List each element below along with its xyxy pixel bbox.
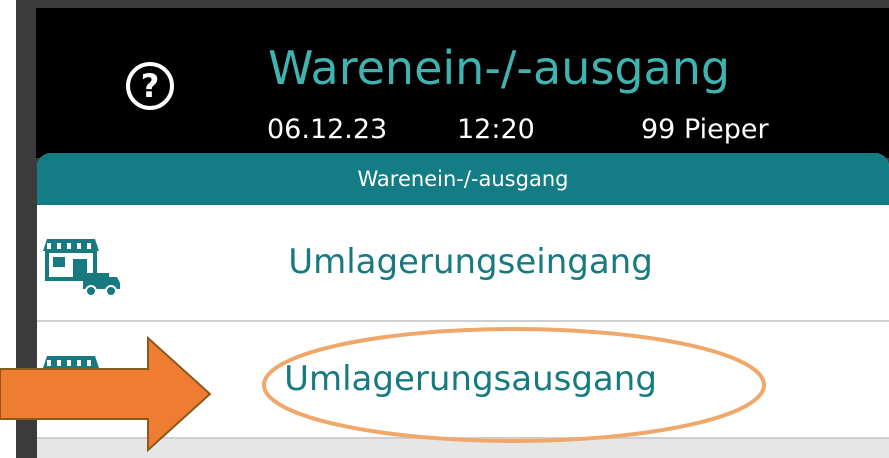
page-title: Warenein-/-ausgang bbox=[268, 41, 731, 95]
list-footer bbox=[37, 439, 889, 458]
panel-title: Warenein-/-ausgang bbox=[37, 153, 889, 205]
menu-panel: Warenein-/-ausgang Umlagerungseingang Um… bbox=[37, 153, 889, 458]
menu-item-umlagerungsausgang[interactable]: Umlagerungsausgang bbox=[37, 322, 889, 439]
menu-item-umlagerungseingang[interactable]: Umlagerungseingang bbox=[37, 205, 889, 322]
app-header: ? Warenein-/-ausgang 06.12.23 12:20 99 P… bbox=[36, 8, 889, 158]
time-text: 12:20 bbox=[457, 114, 535, 145]
date-text: 06.12.23 bbox=[267, 114, 388, 145]
help-icon[interactable]: ? bbox=[125, 61, 175, 111]
app-window: ? Warenein-/-ausgang 06.12.23 12:20 99 P… bbox=[16, 0, 889, 458]
menu-item-label: Umlagerungseingang bbox=[288, 242, 653, 282]
svg-text:?: ? bbox=[141, 67, 160, 105]
menu-item-label: Umlagerungsausgang bbox=[284, 359, 657, 399]
user-name: 99 Pieper bbox=[641, 114, 769, 145]
